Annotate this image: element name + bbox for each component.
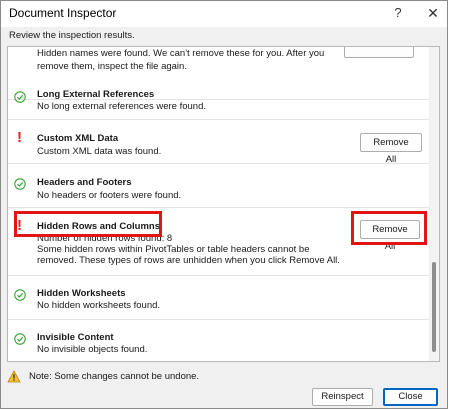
document-inspector-dialog: Document Inspector ? ✕ Review the inspec… (0, 0, 448, 409)
warning-exclamation-icon: ! (17, 129, 22, 146)
check-circle-icon (14, 289, 26, 301)
section-line: Hidden names were found. We can't remove… (37, 48, 325, 59)
instructions-text: Review the inspection results. (9, 30, 135, 41)
remove-all-custom-xml-button[interactable]: Remove All (360, 133, 422, 165)
reinspect-button[interactable]: Reinspect (312, 388, 373, 406)
check-circle-icon (14, 91, 26, 103)
section-long-external-references: Long External References No long externa… (8, 77, 429, 120)
inspection-results-list[interactable]: Hidden names were found. We can't remove… (7, 46, 440, 362)
section-hidden-rows-and-columns: ! Hidden Rows and Columns Number of hidd… (8, 208, 429, 276)
warning-triangle-icon (7, 370, 21, 383)
section-title: Custom XML Data (37, 133, 119, 144)
section-title: Hidden Worksheets (37, 288, 126, 299)
check-circle-icon (14, 333, 26, 345)
scrollbar-thumb[interactable] (432, 262, 436, 352)
title-bar: Document Inspector ? ✕ (1, 1, 447, 27)
vertical-scrollbar[interactable] (429, 47, 439, 361)
section-title: Long External References (37, 89, 155, 100)
highlight-box-remove-all (351, 211, 427, 245)
section-title: Invisible Content (37, 332, 114, 343)
section-line: No headers or footers were found. (37, 190, 182, 201)
section-line: No long external references were found. (37, 101, 206, 112)
section-line: removed. These types of rows are unhidde… (37, 255, 340, 266)
note-text: Note: Some changes cannot be undone. (29, 371, 200, 382)
section-hidden-worksheets: Hidden Worksheets No hidden worksheets f… (8, 276, 429, 320)
section-line: remove them, inspect the file again. (37, 61, 187, 72)
highlight-box-section-title (14, 211, 162, 237)
section-headers-and-footers: Headers and Footers No headers or footer… (8, 164, 429, 208)
help-button[interactable]: ? (384, 3, 412, 23)
section-line: Custom XML data was found. (37, 146, 162, 157)
close-button[interactable]: Close (383, 388, 438, 406)
check-circle-icon (14, 178, 26, 190)
section-title: Headers and Footers (37, 177, 132, 188)
partial-button[interactable] (344, 47, 414, 58)
section-invisible-content: Invisible Content No invisible objects f… (8, 320, 429, 361)
section-custom-xml-data: ! Custom XML Data Custom XML data was fo… (8, 120, 429, 165)
section-line: No hidden worksheets found. (37, 300, 161, 311)
dialog-title: Document Inspector (9, 6, 117, 20)
close-window-button[interactable]: ✕ (419, 3, 447, 23)
section-line: No invisible objects found. (37, 344, 148, 355)
